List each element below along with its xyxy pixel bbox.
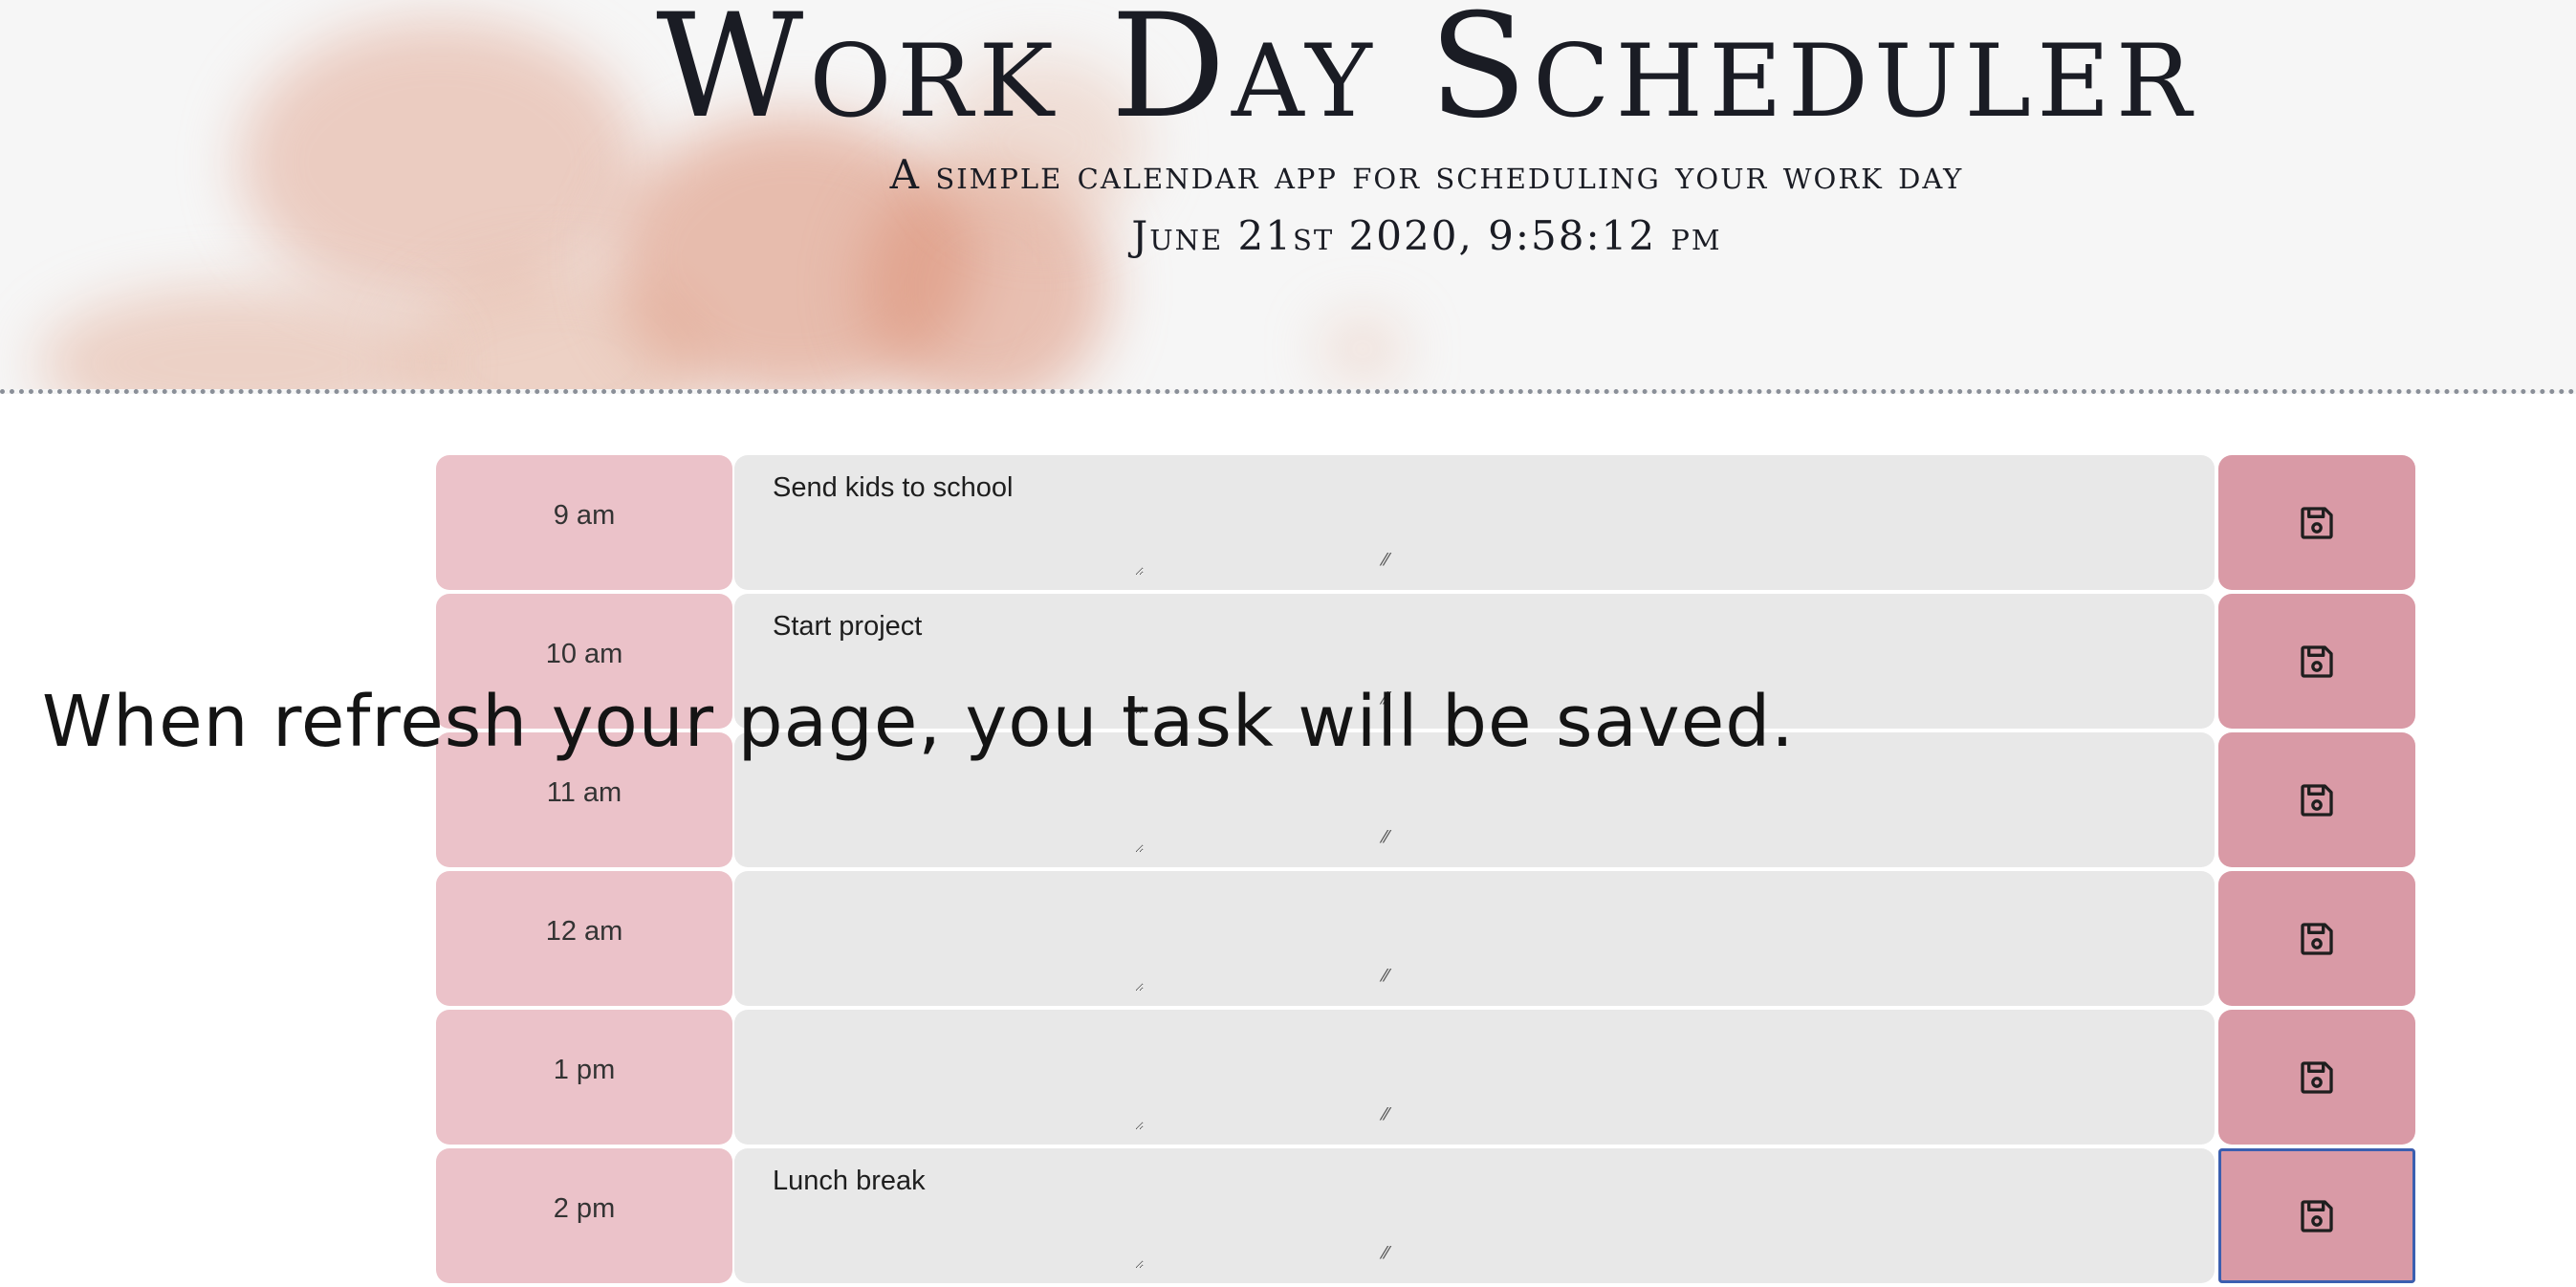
task-area: Lunch break ⁄⁄ <box>734 1148 2215 1283</box>
hour-label: 2 pm <box>436 1148 732 1283</box>
save-button[interactable] <box>2218 455 2415 590</box>
task-area: ⁄⁄ <box>734 871 2215 1006</box>
save-button[interactable] <box>2218 732 2415 867</box>
resize-grip-icon[interactable]: ⁄⁄ <box>1383 1106 1398 1123</box>
watercolor-cloud <box>38 287 440 389</box>
resize-grip-icon[interactable]: ⁄⁄ <box>1383 968 1398 985</box>
task-input[interactable] <box>773 884 1144 992</box>
resize-grip-icon[interactable]: ⁄⁄ <box>1383 1245 1398 1262</box>
overlay-caption: When refresh your page, you task will be… <box>42 681 1795 763</box>
floppy-disk-icon <box>2301 506 2333 539</box>
floppy-disk-icon <box>2301 644 2333 678</box>
floppy-disk-icon <box>2301 1199 2333 1232</box>
time-block-row: 2 pm Lunch break ⁄⁄ <box>436 1148 2417 1283</box>
time-block-row: 9 am Send kids to school ⁄⁄ <box>436 455 2417 590</box>
save-button[interactable] <box>2218 1148 2415 1283</box>
header: Work Day Scheduler A simple calendar app… <box>0 0 2576 394</box>
current-datetime: June 21st 2020, 9:58:12 pm <box>1131 212 1722 259</box>
hour-label: 1 pm <box>436 1010 732 1145</box>
floppy-disk-icon <box>2301 783 2333 817</box>
task-area: ⁄⁄ <box>734 1010 2215 1145</box>
task-input[interactable]: Lunch break <box>773 1162 1144 1269</box>
watercolor-cloud <box>1320 316 1406 382</box>
save-button[interactable] <box>2218 594 2415 729</box>
floppy-disk-icon <box>2301 922 2333 955</box>
resize-grip-icon[interactable]: ⁄⁄ <box>1383 829 1398 846</box>
task-input[interactable]: Send kids to school <box>773 469 1144 576</box>
page-title: Work Day Scheduler <box>656 0 2197 150</box>
save-button[interactable] <box>2218 1010 2415 1145</box>
hour-label: 12 am <box>436 871 732 1006</box>
task-area: Send kids to school ⁄⁄ <box>734 455 2215 590</box>
save-button[interactable] <box>2218 871 2415 1006</box>
time-block-row: 1 pm ⁄⁄ <box>436 1010 2417 1145</box>
task-input[interactable] <box>773 1023 1144 1130</box>
time-block-row: 12 am ⁄⁄ <box>436 871 2417 1006</box>
resize-grip-icon[interactable]: ⁄⁄ <box>1383 552 1398 569</box>
page-subtitle: A simple calendar app for scheduling you… <box>889 151 1964 198</box>
hour-label: 9 am <box>436 455 732 590</box>
floppy-disk-icon <box>2301 1060 2333 1094</box>
schedule: 9 am Send kids to school ⁄⁄ 10 am Start … <box>436 455 2417 1287</box>
page: Work Day Scheduler A simple calendar app… <box>0 0 2576 1287</box>
